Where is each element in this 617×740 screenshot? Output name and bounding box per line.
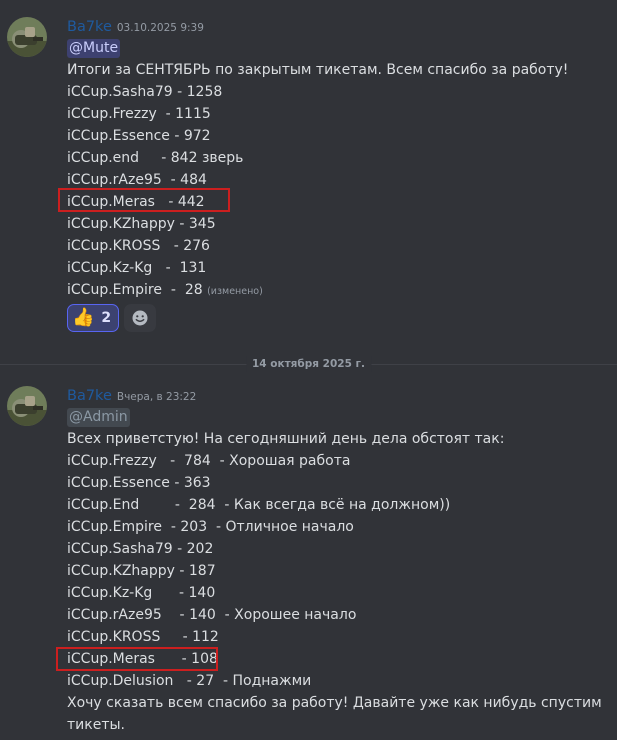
ticket-row: iCCup.Empire - 203 - Отличное начало xyxy=(67,519,354,535)
avatar-image xyxy=(7,17,47,57)
date-divider-label: 14 октября 2025 г. xyxy=(245,356,372,372)
message-header: Ba7ke 03.10.2025 9:39 xyxy=(67,15,611,37)
message-text: Всех приветстую! На сегодняшний день дел… xyxy=(67,431,505,447)
timestamp[interactable]: 03.10.2025 9:39 xyxy=(117,22,204,34)
ticket-row: iCCup.KZhappy - 345 xyxy=(67,216,216,232)
thumbs-up-icon: 👍 xyxy=(72,307,95,328)
ticket-row: iCCup.Meras - 442 xyxy=(67,194,205,210)
ticket-row: iCCup.Frezzy - 784 - Хорошая работа xyxy=(67,453,351,469)
ticket-row: iCCup.Kz-Kg - 140 xyxy=(67,585,216,601)
ticket-row: iCCup.Empire - 28 xyxy=(67,282,208,298)
author-name[interactable]: Ba7ke xyxy=(67,388,112,404)
ticket-row: iCCup.End - 284 - Как всегда всё на долж… xyxy=(67,497,451,513)
ticket-row: iCCup.end - 842 зверь xyxy=(67,150,244,166)
author-name[interactable]: Ba7ke xyxy=(67,19,112,35)
message-text: тикеты. xyxy=(67,717,125,733)
date-divider: 14 октября 2025 г. xyxy=(0,354,617,374)
ticket-row: iCCup.KROSS - 276 xyxy=(67,238,210,254)
ticket-row: iCCup.Meras - 108 xyxy=(67,651,218,667)
ticket-row: iCCup.Frezzy - 1115 xyxy=(67,106,211,122)
ticket-row: iCCup.Sasha79 - 202 xyxy=(67,541,214,557)
message-text: Итоги за СЕНТЯБРЬ по закрытым тикетам. В… xyxy=(67,62,569,78)
avatar-image xyxy=(7,386,47,426)
ticket-row: iCCup.Essence - 972 xyxy=(67,128,211,144)
reaction-count: 2 xyxy=(101,310,112,326)
mention-mute[interactable]: @Mute xyxy=(67,39,121,58)
message-text: Хочу сказать всем спасибо за работу! Дав… xyxy=(67,695,602,711)
ticket-row: iCCup.rAze95 - 140 - Хорошее начало xyxy=(67,607,357,623)
ticket-row: iCCup.KZhappy - 187 xyxy=(67,563,216,579)
reaction-thumbs-up[interactable]: 👍 2 xyxy=(67,304,119,332)
ticket-row: iCCup.Essence - 363 xyxy=(67,475,211,491)
ticket-row: iCCup.Delusion - 27 - Поднажми xyxy=(67,673,312,689)
ticket-row: iCCup.KROSS - 112 xyxy=(67,629,219,645)
avatar[interactable] xyxy=(7,386,47,426)
ticket-row: iCCup.rAze95 - 484 xyxy=(67,172,207,188)
chat-log: Ba7ke 03.10.2025 9:39 @Mute Итоги за СЕНТ… xyxy=(0,0,617,740)
ticket-row: iCCup.Kz-Kg - 131 xyxy=(67,260,207,276)
add-reaction-button[interactable] xyxy=(124,304,156,332)
ticket-row: iCCup.Sasha79 - 1258 xyxy=(67,84,223,100)
smile-icon xyxy=(132,310,148,326)
message-header: Ba7ke Вчера, в 23:22 xyxy=(67,384,611,406)
reactions-bar: 👍 2 xyxy=(67,304,156,334)
mention-admin[interactable]: @Admin xyxy=(67,408,130,427)
avatar[interactable] xyxy=(7,17,47,57)
edited-label: (изменено) xyxy=(207,286,263,297)
timestamp[interactable]: Вчера, в 23:22 xyxy=(117,391,196,403)
